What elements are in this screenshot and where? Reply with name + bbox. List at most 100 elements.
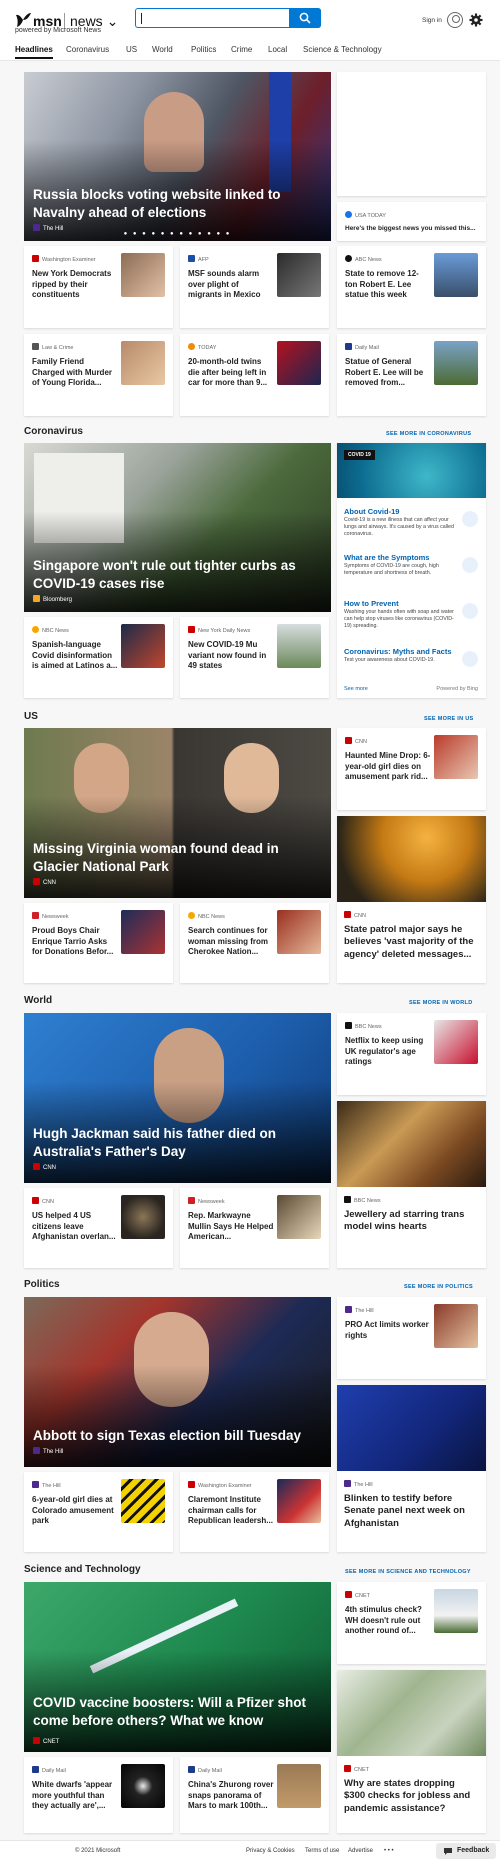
hero-title[interactable]: Singapore won't rule out tighter curbs a…	[33, 557, 322, 592]
card-title[interactable]: 6-year-old girl dies at Colorado amuseme…	[32, 1495, 118, 1527]
card-title[interactable]: Here's the biggest news you missed this.…	[345, 225, 480, 234]
card-title[interactable]: State patrol major says he believes 'vas…	[344, 924, 474, 961]
card-title[interactable]: Why are states dropping $300 checks for …	[344, 1778, 474, 1815]
card-title[interactable]: White dwarfs 'appear more youthful than …	[32, 1780, 118, 1812]
card-title[interactable]: China's Zhurong rover snaps panorama of …	[188, 1780, 274, 1812]
news-card-image[interactable]: The Hill Blinken to testify before Senat…	[337, 1385, 486, 1552]
card-title[interactable]: Spanish-language Covid disinformation is…	[32, 640, 118, 672]
card-title[interactable]: New York Democrats ripped by their const…	[32, 269, 118, 301]
tab-politics[interactable]: Politics	[191, 45, 216, 54]
card-title[interactable]: 4th stimulus check? WH doesn't rule out …	[345, 1605, 431, 1637]
tab-crime[interactable]: Crime	[231, 45, 252, 54]
covid-item-heading[interactable]: About Covid-19	[344, 507, 399, 516]
news-card[interactable]: NBC News Spanish-language Covid disinfor…	[24, 617, 173, 698]
science-hero[interactable]: COVID vaccine boosters: Will a Pfizer sh…	[24, 1582, 331, 1752]
news-card[interactable]: ABC News State to remove 12-ton Robert E…	[337, 246, 486, 328]
tab-world[interactable]: World	[152, 45, 173, 54]
news-card[interactable]: The Hill PRO Act limits worker rights	[337, 1297, 486, 1379]
hero-title[interactable]: Russia blocks voting website linked to N…	[33, 186, 322, 221]
section-title-coronavirus[interactable]: Coronavirus	[24, 426, 83, 437]
news-card[interactable]: Daily Mail China's Zhurong rover snaps p…	[180, 1757, 329, 1833]
card-title[interactable]: Jewellery ad starring trans model wins h…	[344, 1209, 474, 1234]
advertise-link[interactable]: Advertise	[348, 1848, 373, 1854]
see-more-world[interactable]: SEE MORE IN WORLD	[409, 1000, 472, 1006]
news-card[interactable]: New York Daily News New COVID-19 Mu vari…	[180, 617, 329, 698]
news-card[interactable]: Daily Mail White dwarfs 'appear more you…	[24, 1757, 173, 1833]
news-card[interactable]: Washington Examiner New York Democrats r…	[24, 246, 173, 328]
news-card[interactable]: BBC News Netflix to keep using UK regula…	[337, 1013, 486, 1095]
privacy-link[interactable]: Privacy & Cookies	[246, 1848, 295, 1854]
feedback-button[interactable]: Feedback	[436, 1843, 496, 1859]
covid-item-prevent[interactable]: How to Prevent Washing your hands often …	[337, 593, 486, 637]
card-title[interactable]: New COVID-19 Mu variant now found in 49 …	[188, 640, 274, 672]
hero-title[interactable]: Hugh Jackman said his father died on Aus…	[33, 1125, 322, 1160]
news-card[interactable]: Daily Mail Statue of General Robert E. L…	[337, 334, 486, 416]
card-title[interactable]: Rep. Markwayne Mullin Says He Helped Ame…	[188, 1211, 274, 1243]
card-title[interactable]: State to remove 12-ton Robert E. Lee sta…	[345, 269, 431, 301]
search-input[interactable]	[144, 11, 284, 26]
news-card[interactable]: Law & Crime Family Friend Charged with M…	[24, 334, 173, 416]
card-title[interactable]: Blinken to testify before Senate panel n…	[344, 1493, 474, 1530]
section-title-us[interactable]: US	[24, 711, 38, 722]
section-title-world[interactable]: World	[24, 995, 52, 1006]
avatar[interactable]	[447, 12, 463, 28]
world-hero[interactable]: Hugh Jackman said his father died on Aus…	[24, 1013, 331, 1183]
more-links-button[interactable]: • • •	[384, 1848, 394, 1854]
card-title[interactable]: Family Friend Charged with Murder of You…	[32, 357, 118, 389]
news-card[interactable]: AFP MSF sounds alarm over plight of migr…	[180, 246, 329, 328]
tab-coronavirus[interactable]: Coronavirus	[66, 45, 109, 54]
see-more-science[interactable]: SEE MORE IN SCIENCE AND TECHNOLOGY	[345, 1569, 471, 1575]
news-card[interactable]: CNET 4th stimulus check? WH doesn't rule…	[337, 1582, 486, 1664]
card-title[interactable]: MSF sounds alarm over plight of migrants…	[188, 269, 274, 301]
card-title[interactable]: Search continues for woman missing from …	[188, 926, 274, 958]
see-more-politics[interactable]: SEE MORE IN POLITICS	[404, 1284, 473, 1290]
covid-item-symptoms[interactable]: What are the Symptoms Symptoms of COVID-…	[337, 547, 486, 591]
covid-item-heading[interactable]: Coronavirus: Myths and Facts	[344, 647, 452, 656]
card-title[interactable]: Statue of General Robert E. Lee will be …	[345, 357, 431, 389]
tab-local[interactable]: Local	[268, 45, 287, 54]
see-more-us[interactable]: SEE MORE IN US	[424, 716, 473, 722]
see-more-coronavirus[interactable]: SEE MORE IN CORONAVIRUS	[386, 431, 471, 437]
tab-us[interactable]: US	[126, 45, 137, 54]
covid-see-more[interactable]: See more	[344, 686, 368, 692]
headline-hero[interactable]: Russia blocks voting website linked to N…	[24, 72, 331, 241]
headline-side-card[interactable]: USA TODAY Here's the biggest news you mi…	[337, 202, 486, 241]
news-card[interactable]: CNN Haunted Mine Drop: 6-year-old girl d…	[337, 728, 486, 810]
covid-item-myths[interactable]: Coronavirus: Myths and Facts Test your a…	[337, 641, 486, 685]
tab-headlines[interactable]: Headlines	[15, 45, 53, 59]
news-card[interactable]: NBC News Search continues for woman miss…	[180, 903, 329, 983]
card-title[interactable]: Haunted Mine Drop: 6-year-old girl dies …	[345, 751, 431, 783]
card-title[interactable]: PRO Act limits worker rights	[345, 1320, 431, 1341]
news-card-image[interactable]: CNET Why are states dropping $300 checks…	[337, 1670, 486, 1833]
news-card[interactable]: The Hill 6-year-old girl dies at Colorad…	[24, 1472, 173, 1552]
hero-title[interactable]: Abbott to sign Texas election bill Tuesd…	[33, 1427, 322, 1445]
covid-item-heading[interactable]: How to Prevent	[344, 599, 399, 608]
carousel-dots[interactable]: ● ● ● ● ● ● ● ● ● ● ● ●	[24, 231, 331, 237]
card-title[interactable]: US helped 4 US citizens leave Afghanista…	[32, 1211, 118, 1243]
covid-item-about[interactable]: About Covid-19 Covid-19 is a new illness…	[337, 501, 486, 545]
card-title[interactable]: Claremont Institute chairman calls for R…	[188, 1495, 274, 1527]
covid-item-heading[interactable]: What are the Symptoms	[344, 553, 429, 562]
sign-in-link[interactable]: Sign in	[422, 17, 442, 24]
gear-icon[interactable]	[469, 13, 483, 27]
card-title[interactable]: 20-month-old twins die after being left …	[188, 357, 274, 389]
news-card[interactable]: Washington Examiner Claremont Institute …	[180, 1472, 329, 1552]
card-title[interactable]: Netflix to keep using UK regulator's age…	[345, 1036, 431, 1068]
terms-link[interactable]: Terms of use	[305, 1848, 339, 1854]
news-card[interactable]: Newsweek Proud Boys Chair Enrique Tarrio…	[24, 903, 173, 983]
news-card[interactable]: CNN US helped 4 US citizens leave Afghan…	[24, 1188, 173, 1268]
politics-hero[interactable]: Abbott to sign Texas election bill Tuesd…	[24, 1297, 331, 1467]
hero-title[interactable]: Missing Virginia woman found dead in Gla…	[33, 840, 322, 875]
tab-science-technology[interactable]: Science & Technology	[303, 45, 382, 54]
hero-title[interactable]: COVID vaccine boosters: Will a Pfizer sh…	[33, 1694, 322, 1729]
section-title-science[interactable]: Science and Technology	[24, 1564, 141, 1575]
news-card[interactable]: TODAY 20-month-old twins die after being…	[180, 334, 329, 416]
coronavirus-hero[interactable]: Singapore won't rule out tighter curbs a…	[24, 443, 331, 612]
us-hero[interactable]: Missing Virginia woman found dead in Gla…	[24, 728, 331, 898]
news-card-image[interactable]: BBC News Jewellery ad starring trans mod…	[337, 1101, 486, 1268]
card-title[interactable]: Proud Boys Chair Enrique Tarrio Asks for…	[32, 926, 118, 958]
search-button[interactable]	[289, 8, 321, 28]
section-title-politics[interactable]: Politics	[24, 1279, 60, 1290]
news-card[interactable]: Newsweek Rep. Markwayne Mullin Says He H…	[180, 1188, 329, 1268]
news-card-image[interactable]: CNN State patrol major says he believes …	[337, 816, 486, 983]
